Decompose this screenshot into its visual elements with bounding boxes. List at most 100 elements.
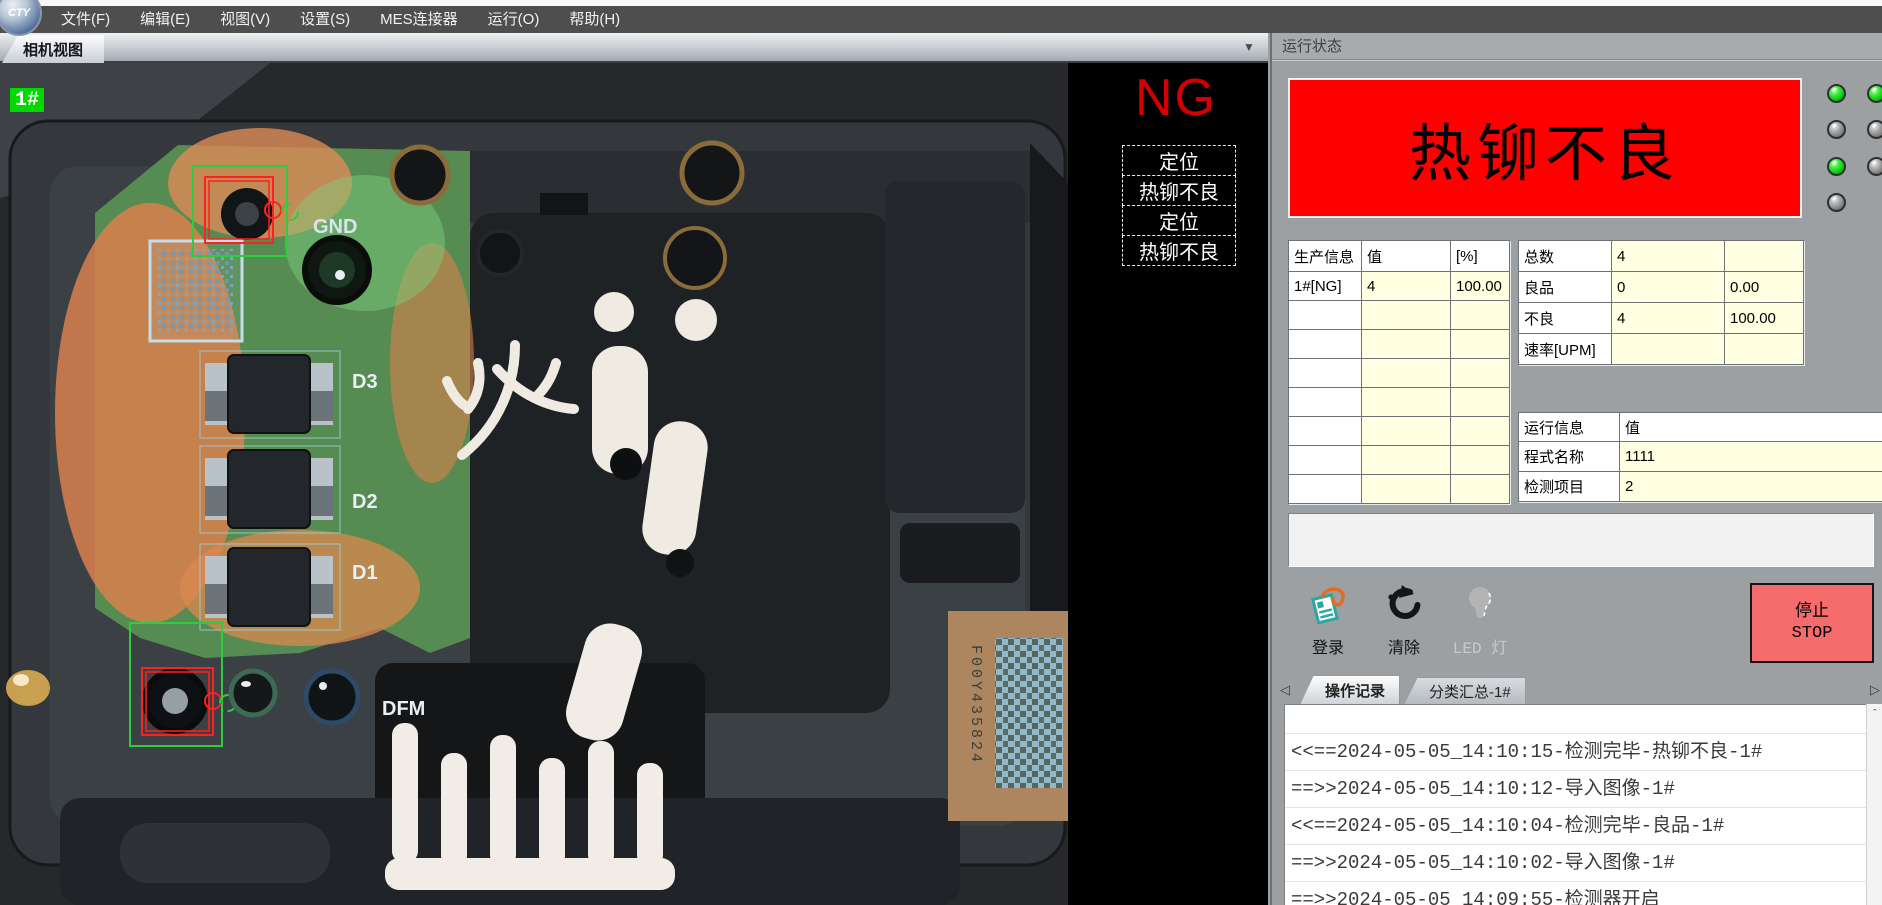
table-cell: [1289, 446, 1361, 474]
operation-log-list[interactable]: <<==2024-05-05_14:10:15-检测完毕-热铆不良-1#==>>…: [1284, 704, 1866, 905]
table-cell: [1289, 359, 1361, 387]
table-cell: [1362, 417, 1450, 445]
table-cell: 速率[UPM]: [1519, 334, 1611, 364]
login-label: 登录: [1312, 634, 1344, 658]
log-row-4[interactable]: ==>>2024-05-05_14:09:55-检测器开启: [1285, 882, 1866, 905]
photo-serial-text: F00Y435824: [967, 645, 984, 765]
table-cell: [1451, 359, 1509, 387]
table-cell: 4: [1612, 303, 1724, 333]
table-cell: 0.00: [1725, 272, 1803, 302]
led-bulb-icon: [1460, 585, 1500, 630]
photo-label-d2: D2: [352, 491, 378, 513]
table-cell: 4: [1612, 241, 1724, 271]
application-window: CTY 文件(F)编辑(E)视图(V)设置(S)MES连接器运行(O)帮助(H)…: [0, 0, 1882, 905]
status-led-3-0-gray: [1827, 193, 1846, 212]
table-cell: [1362, 330, 1450, 358]
tab-camera-view[interactable]: 相机视图: [2, 35, 104, 63]
table-cell: [%]: [1451, 241, 1509, 271]
table-cell: 2: [1620, 472, 1882, 501]
status-led-1-1-gray: [1867, 120, 1882, 139]
log-scrollbar[interactable]: ˆ: [1866, 704, 1882, 905]
photo-label-d3: D3: [352, 371, 378, 393]
log-tab-bar: ◁ ▷ 操作记录分类汇总-1#: [1272, 672, 1882, 704]
table-cell: 值: [1362, 241, 1450, 271]
status-led-0-1-green: [1867, 84, 1882, 103]
stop-label-en: STOP: [1792, 623, 1833, 644]
table-cell: 运行信息: [1519, 413, 1619, 441]
menu-item-0[interactable]: 文件(F): [46, 6, 125, 33]
table-cell: [1289, 417, 1361, 445]
table-cell: 4: [1362, 272, 1450, 300]
table-cell: [1451, 301, 1509, 329]
table-cell: [1612, 334, 1724, 364]
camera-viewport: GND D3 D2 D1 DFM: [0, 63, 1268, 905]
table-cell: [1725, 241, 1803, 271]
inspection-photo: GND D3 D2 D1 DFM: [0, 63, 1075, 905]
photo-label-gnd: GND: [313, 216, 357, 238]
table-cell: 1111: [1620, 442, 1882, 471]
log-tab-0[interactable]: 操作记录: [1300, 675, 1400, 705]
chevron-down-icon[interactable]: ▼: [1243, 40, 1255, 54]
table-cell: [1451, 446, 1509, 474]
table-cell: [1362, 301, 1450, 329]
photo-label-d1: D1: [352, 562, 378, 584]
message-box[interactable]: [1288, 513, 1874, 567]
status-led-0-0-green: [1827, 84, 1846, 103]
menu-item-1[interactable]: 编辑(E): [125, 6, 205, 33]
stop-button[interactable]: 停止 STOP: [1750, 583, 1874, 663]
log-row-0[interactable]: <<==2024-05-05_14:10:15-检测完毕-热铆不良-1#: [1285, 734, 1866, 771]
table-cell: [1289, 301, 1361, 329]
menu-item-3[interactable]: 设置(S): [285, 6, 365, 33]
table-cell: 1#[NG]: [1289, 272, 1361, 300]
menu-item-6[interactable]: 帮助(H): [554, 6, 635, 33]
menu-bar: 文件(F)编辑(E)视图(V)设置(S)MES连接器运行(O)帮助(H): [0, 6, 1882, 33]
stats-table: 总数4良品00.00不良4100.00速率[UPM]: [1518, 240, 1804, 365]
table-cell: 检测项目: [1519, 472, 1619, 501]
table-cell: 值: [1620, 413, 1882, 441]
production-table: 生产信息值[%] 1#[NG]4100.00: [1288, 240, 1510, 504]
tab-scroll-left-icon[interactable]: ◁: [1280, 682, 1290, 698]
status-banner: 热铆不良: [1288, 78, 1802, 218]
table-cell: [1289, 475, 1361, 503]
table-cell: [1289, 388, 1361, 416]
table-cell: [1362, 359, 1450, 387]
menu-item-2[interactable]: 视图(V): [205, 6, 285, 33]
clear-label: 清除: [1388, 634, 1420, 658]
defect-list: 定位热铆不良定位热铆不良: [1122, 146, 1236, 266]
table-cell: [1289, 330, 1361, 358]
table-cell: [1725, 334, 1803, 364]
tab-scroll-right-icon[interactable]: ▷: [1870, 682, 1880, 698]
log-row-3[interactable]: ==>>2024-05-05_14:10:02-导入图像-1#: [1285, 845, 1866, 882]
table-cell: [1451, 475, 1509, 503]
table-cell: 程式名称: [1519, 442, 1619, 471]
menu-item-4[interactable]: MES连接器: [365, 6, 473, 33]
table-cell: 100.00: [1725, 303, 1803, 333]
scroll-up-icon[interactable]: ˆ: [1869, 708, 1881, 720]
view-tab-bar: 相机视图: [0, 33, 1268, 63]
led-light-button[interactable]: LED 灯: [1448, 585, 1512, 651]
clear-button[interactable]: 清除: [1372, 585, 1436, 651]
defect-label-box-3: 热铆不良: [1122, 235, 1236, 266]
table-cell: 不良: [1519, 303, 1611, 333]
defect-label-box-2: 定位: [1122, 205, 1236, 236]
table-cell: [1451, 417, 1509, 445]
log-row-1[interactable]: ==>>2024-05-05_14:10:12-导入图像-1#: [1285, 771, 1866, 808]
result-text: NG: [1135, 68, 1217, 128]
status-led-2-0-green: [1827, 157, 1846, 176]
table-cell: [1362, 388, 1450, 416]
status-led-2-1-gray: [1867, 157, 1882, 176]
camera-index-badge: 1#: [10, 88, 44, 112]
login-button[interactable]: 登录: [1296, 585, 1360, 651]
log-tab-1[interactable]: 分类汇总-1#: [1404, 677, 1526, 705]
table-cell: 100.00: [1451, 272, 1509, 300]
log-row-blank: [1285, 705, 1866, 734]
table-cell: [1451, 330, 1509, 358]
led-light-label: LED 灯: [1453, 634, 1507, 658]
log-row-2[interactable]: <<==2024-05-05_14:10:04-检测完毕-良品-1#: [1285, 808, 1866, 845]
table-cell: 生产信息: [1289, 241, 1361, 271]
status-led-1-0-gray: [1827, 120, 1846, 139]
table-cell: [1362, 446, 1450, 474]
status-panel-title: 运行状态: [1272, 33, 1882, 60]
table-cell: [1362, 475, 1450, 503]
menu-item-5[interactable]: 运行(O): [473, 6, 555, 33]
